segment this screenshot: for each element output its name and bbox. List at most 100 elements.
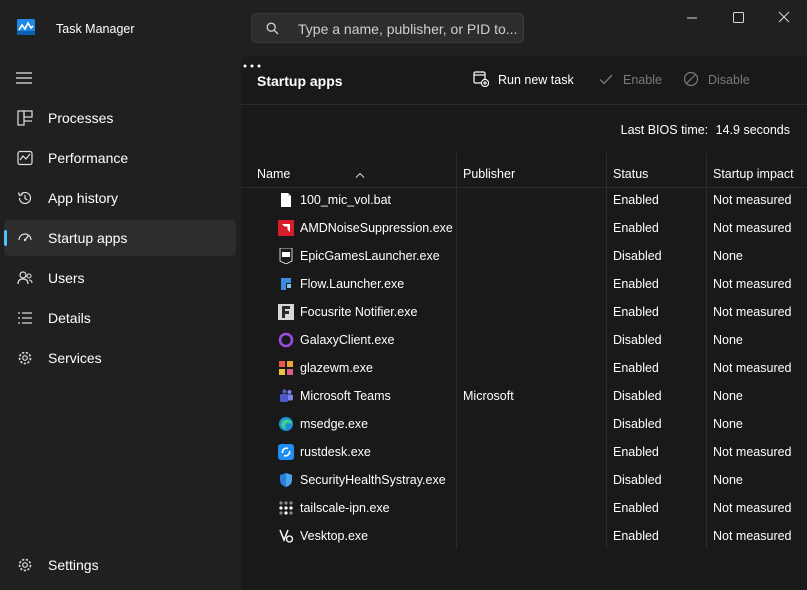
sidebar-item-performance[interactable]: Performance	[4, 140, 236, 176]
hamburger-menu-icon[interactable]	[15, 71, 33, 85]
sidebar-item-label: Details	[48, 310, 91, 326]
column-header-label: Name	[257, 167, 291, 181]
startup-apps-icon	[18, 233, 32, 242]
row-status: Enabled	[613, 221, 659, 235]
table-row[interactable]: Microsoft Teams Microsoft Disabled None	[241, 382, 807, 410]
row-status: Enabled	[613, 193, 659, 207]
column-header-name[interactable]: Name	[257, 167, 455, 187]
glazewm-icon	[279, 361, 293, 375]
row-impact: Not measured	[713, 361, 792, 375]
row-status: Disabled	[613, 417, 662, 431]
processes-icon	[17, 110, 33, 126]
row-status: Enabled	[613, 529, 659, 543]
search-input[interactable]	[298, 20, 518, 38]
row-name: Microsoft Teams	[300, 389, 391, 403]
row-name: AMDNoiseSuppression.exe	[300, 221, 453, 235]
search-box[interactable]	[251, 13, 524, 43]
bios-time-value: 14.9 seconds	[715, 123, 790, 137]
disable-button[interactable]: Disable	[683, 70, 753, 90]
sidebar-item-label: App history	[48, 190, 119, 206]
table-header: Name Publisher Status Startup impact	[241, 153, 807, 188]
row-name: rustdesk.exe	[300, 445, 371, 459]
sidebar-item-label: Users	[48, 270, 85, 286]
sidebar-item-processes[interactable]: Processes	[4, 100, 236, 136]
row-status: Disabled	[613, 249, 662, 263]
services-icon	[18, 351, 32, 365]
enable-button[interactable]: Enable	[598, 70, 662, 90]
task-manager-logo-icon	[17, 19, 35, 35]
sidebar-item-settings[interactable]: Settings	[4, 547, 236, 583]
row-name: glazewm.exe	[300, 361, 373, 375]
flow-launcher-icon	[281, 278, 291, 290]
table-row[interactable]: GalaxyClient.exe Disabled None	[241, 326, 807, 354]
galaxy-icon	[278, 332, 294, 348]
performance-icon	[17, 150, 33, 166]
sidebar-item-label: Processes	[48, 110, 114, 126]
command-bar: Startup apps Run new task Enable Disable	[241, 56, 807, 105]
app-history-icon	[17, 191, 32, 205]
table-row[interactable]: tailscale-ipn.exe Enabled Not measured	[241, 494, 807, 522]
users-icon	[17, 271, 33, 285]
bios-time: Last BIOS time: 14.9 seconds	[621, 123, 790, 137]
row-impact: None	[713, 473, 743, 487]
table-row[interactable]: msedge.exe Disabled None	[241, 410, 807, 438]
sidebar-item-startup-apps[interactable]: Startup apps	[4, 220, 236, 256]
row-status: Disabled	[613, 473, 662, 487]
sidebar-item-label: Startup apps	[48, 230, 128, 246]
sidebar-item-app-history[interactable]: App history	[4, 180, 236, 216]
sidebar-item-label: Performance	[48, 150, 129, 166]
details-icon	[18, 312, 32, 324]
sidebar-item-services[interactable]: Services	[4, 340, 236, 376]
row-impact: None	[713, 333, 743, 347]
main-content: Startup apps Run new task Enable Disable	[241, 56, 807, 590]
row-name: EpicGamesLauncher.exe	[300, 249, 440, 263]
focusrite-icon	[278, 304, 294, 320]
table-row[interactable]: EpicGamesLauncher.exe Disabled None	[241, 242, 807, 270]
sidebar-item-details[interactable]: Details	[4, 300, 236, 336]
row-impact: Not measured	[713, 305, 792, 319]
table-row[interactable]: rustdesk.exe Enabled Not measured	[241, 438, 807, 466]
search-icon	[266, 22, 279, 35]
table-row[interactable]: glazewm.exe Enabled Not measured	[241, 354, 807, 382]
bios-time-label: Last BIOS time:	[620, 123, 709, 137]
shield-icon	[280, 473, 292, 487]
row-impact: Not measured	[713, 193, 792, 207]
row-status: Enabled	[613, 501, 659, 515]
row-impact: Not measured	[713, 529, 792, 543]
row-impact: Not measured	[713, 501, 792, 515]
row-status: Enabled	[613, 445, 659, 459]
row-impact: None	[713, 249, 743, 263]
column-header-startup-impact[interactable]: Startup impact	[713, 167, 794, 181]
maximize-icon[interactable]	[723, 8, 753, 28]
row-status: Enabled	[613, 305, 659, 319]
edge-icon	[279, 417, 293, 431]
title-bar: Task Manager	[0, 0, 807, 56]
table-row[interactable]: AMDNoiseSuppression.exe Enabled Not meas…	[241, 214, 807, 242]
minimize-icon[interactable]	[677, 8, 707, 28]
sidebar: Processes Performance App history Startu…	[0, 56, 241, 590]
table-row[interactable]: Flow.Launcher.exe Enabled Not measured	[241, 270, 807, 298]
sidebar-item-users[interactable]: Users	[4, 260, 236, 296]
table-row[interactable]: Vesktop.exe Enabled Not measured	[241, 522, 807, 550]
amd-icon	[278, 220, 294, 236]
sidebar-item-label: Services	[48, 350, 102, 366]
run-new-task-button[interactable]: Run new task	[473, 70, 574, 90]
table-row[interactable]: SecurityHealthSystray.exe Disabled None	[241, 466, 807, 494]
row-name: Focusrite Notifier.exe	[300, 305, 418, 319]
row-impact: Not measured	[713, 221, 792, 235]
file-icon	[281, 193, 291, 207]
row-impact: None	[713, 389, 743, 403]
row-name: msedge.exe	[300, 417, 369, 431]
table-row[interactable]: Focusrite Notifier.exe Enabled Not measu…	[241, 298, 807, 326]
close-icon[interactable]	[769, 8, 799, 28]
table-row[interactable]: 100_mic_vol.bat Enabled Not measured	[241, 186, 807, 214]
row-impact: Not measured	[713, 277, 792, 291]
app-title: Task Manager	[56, 22, 135, 36]
checkmark-icon	[599, 74, 613, 85]
sidebar-item-label: Settings	[48, 557, 99, 573]
gear-icon	[18, 558, 32, 572]
column-header-status[interactable]: Status	[613, 167, 648, 181]
disable-icon	[683, 71, 699, 87]
row-status: Enabled	[613, 277, 659, 291]
column-header-publisher[interactable]: Publisher	[463, 167, 515, 181]
